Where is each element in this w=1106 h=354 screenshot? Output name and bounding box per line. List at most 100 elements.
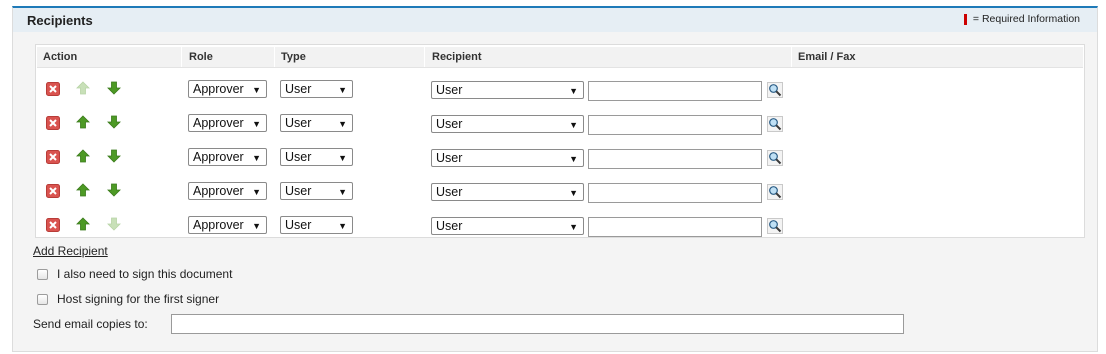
host-option: Host signing for the first signer: [37, 292, 219, 306]
table-row: Approver ▼ User ▼ User ▼: [36, 140, 1084, 174]
type-select-value: User: [285, 82, 312, 96]
type-select[interactable]: User ▼: [280, 182, 353, 200]
arrow-up-icon: [76, 81, 90, 95]
chevron-down-icon: ▼: [252, 85, 261, 95]
recipient-type-select[interactable]: User ▼: [431, 183, 584, 201]
panel-title: Recipients: [27, 13, 93, 28]
arrow-up-icon[interactable]: [76, 149, 90, 163]
remove-icon[interactable]: [46, 82, 60, 96]
host-signing-checkbox[interactable]: [37, 293, 48, 305]
remove-icon[interactable]: [46, 116, 60, 130]
type-select[interactable]: User ▼: [280, 148, 353, 166]
chevron-down-icon: ▼: [252, 153, 261, 163]
remove-icon[interactable]: [46, 218, 60, 232]
lookup-magnifier-icon[interactable]: [767, 150, 783, 166]
chevron-down-icon: ▼: [569, 222, 578, 232]
role-select-value: Approver: [193, 184, 244, 198]
recipient-type-select[interactable]: User ▼: [431, 81, 584, 99]
recipient-input[interactable]: [588, 217, 762, 237]
chevron-down-icon: ▼: [252, 119, 261, 129]
role-select[interactable]: Approver ▼: [188, 182, 267, 200]
table-header-row: Action Role Type Recipient Email / Fax: [37, 47, 1083, 68]
arrow-down-icon[interactable]: [107, 81, 121, 95]
recipients-panel: Recipients = Required Information Action…: [12, 6, 1098, 352]
recipient-input[interactable]: [588, 149, 762, 169]
type-select-value: User: [285, 218, 312, 232]
arrow-down-icon[interactable]: [107, 115, 121, 129]
required-marker-icon: [963, 13, 967, 25]
chevron-down-icon: ▼: [569, 188, 578, 198]
header-type: Type: [281, 51, 306, 63]
table-row: Approver ▼ User ▼ User ▼: [36, 174, 1084, 208]
email-copies-input[interactable]: [171, 314, 904, 334]
remove-icon[interactable]: [46, 150, 60, 164]
recipient-type-value: User: [436, 219, 463, 233]
arrow-up-icon[interactable]: [76, 183, 90, 197]
chevron-down-icon: ▼: [252, 187, 261, 197]
panel-header: Recipients = Required Information: [13, 8, 1097, 32]
recipient-type-select[interactable]: User ▼: [431, 149, 584, 167]
recipient-type-value: User: [436, 117, 463, 131]
recipients-table: Action Role Type Recipient Email / Fax A…: [35, 44, 1085, 238]
table-row: Approver ▼ User ▼ User ▼: [36, 106, 1084, 140]
role-select-value: Approver: [193, 116, 244, 130]
header-action: Action: [43, 51, 78, 63]
chevron-down-icon: ▼: [338, 153, 347, 163]
header-recipient: Recipient: [432, 51, 482, 63]
chevron-down-icon: ▼: [338, 221, 347, 231]
chevron-down-icon: ▼: [338, 119, 347, 129]
chevron-down-icon: ▼: [569, 120, 578, 130]
role-select[interactable]: Approver ▼: [188, 216, 267, 234]
column-divider: [181, 47, 182, 67]
recipient-type-value: User: [436, 83, 463, 97]
recipient-type-select[interactable]: User ▼: [431, 217, 584, 235]
host-signing-label: Host signing for the first signer: [57, 292, 220, 306]
role-select-value: Approver: [193, 150, 244, 164]
recipient-type-value: User: [436, 185, 463, 199]
type-select-value: User: [285, 150, 312, 164]
type-select[interactable]: User ▼: [280, 80, 353, 98]
recipient-type-value: User: [436, 151, 463, 165]
arrow-up-icon[interactable]: [76, 115, 90, 129]
add-recipient-link[interactable]: Add Recipient: [33, 244, 108, 258]
table-row: Approver ▼ User ▼ User ▼: [36, 72, 1084, 106]
email-copies-label: Send email copies to:: [33, 317, 148, 331]
arrow-up-icon[interactable]: [76, 217, 90, 231]
column-divider: [424, 47, 425, 67]
role-select[interactable]: Approver ▼: [188, 148, 267, 166]
table-row: Approver ▼ User ▼ User ▼: [36, 208, 1084, 242]
recipient-input[interactable]: [588, 81, 762, 101]
recipient-input[interactable]: [588, 115, 762, 135]
sign-checkbox-label: I also need to sign this document: [57, 267, 233, 281]
arrow-down-icon[interactable]: [107, 149, 121, 163]
type-select-value: User: [285, 116, 312, 130]
header-role: Role: [189, 51, 213, 63]
lookup-magnifier-icon[interactable]: [767, 116, 783, 132]
role-select-value: Approver: [193, 82, 244, 96]
remove-icon[interactable]: [46, 184, 60, 198]
role-select[interactable]: Approver ▼: [188, 80, 267, 98]
chevron-down-icon: ▼: [252, 221, 261, 231]
chevron-down-icon: ▼: [569, 86, 578, 96]
chevron-down-icon: ▼: [569, 154, 578, 164]
chevron-down-icon: ▼: [338, 85, 347, 95]
arrow-down-icon[interactable]: [107, 183, 121, 197]
column-divider: [274, 47, 275, 67]
role-select-value: Approver: [193, 218, 244, 232]
recipient-type-select[interactable]: User ▼: [431, 115, 584, 133]
column-divider: [791, 47, 792, 67]
lookup-magnifier-icon[interactable]: [767, 218, 783, 234]
required-legend-text: = Required Information: [972, 13, 1080, 25]
lookup-magnifier-icon[interactable]: [767, 82, 783, 98]
type-select[interactable]: User ▼: [280, 114, 353, 132]
type-select[interactable]: User ▼: [280, 216, 353, 234]
lookup-magnifier-icon[interactable]: [767, 184, 783, 200]
chevron-down-icon: ▼: [338, 187, 347, 197]
sign-checkbox[interactable]: [37, 268, 48, 280]
recipient-input[interactable]: [588, 183, 762, 203]
arrow-down-icon: [107, 217, 121, 231]
role-select[interactable]: Approver ▼: [188, 114, 267, 132]
sign-option: I also need to sign this document: [37, 267, 232, 281]
type-select-value: User: [285, 184, 312, 198]
required-legend: = Required Information: [963, 13, 1080, 25]
